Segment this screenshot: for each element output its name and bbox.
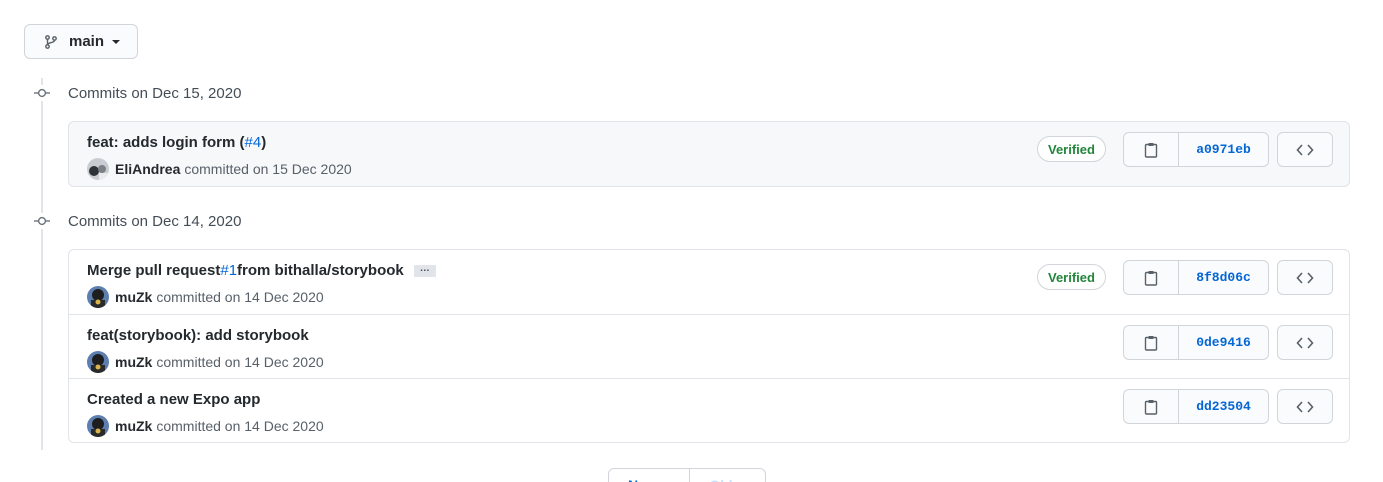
avatar[interactable] (87, 158, 109, 180)
copy-sha-button[interactable] (1124, 261, 1179, 294)
commit-message[interactable]: feat(storybook): add storybook (87, 327, 309, 344)
author-name[interactable]: muZk (115, 289, 152, 305)
commit-message-text[interactable]: Created a new Expo app (87, 391, 260, 408)
commit-sha-link[interactable]: dd23504 (1179, 390, 1268, 423)
commit-meta: muZk committed on 14 Dec 2020 (87, 286, 324, 308)
sha-button-group: a0971eb (1123, 132, 1269, 167)
clipboard-icon (1144, 399, 1158, 415)
newer-button[interactable]: Newer (609, 469, 690, 482)
pr-link[interactable]: #4 (245, 134, 262, 151)
commit-date: committed on 14 Dec 2020 (156, 289, 324, 305)
code-icon (1296, 400, 1314, 413)
commit-meta: muZk committed on 14 Dec 2020 (87, 415, 324, 437)
verified-badge[interactable]: Verified (1037, 264, 1106, 290)
group-date-title: Commits on Dec 14, 2020 (68, 212, 242, 230)
branch-name: main (69, 33, 105, 50)
commit-list: Merge pull request #1 from bithalla/stor… (68, 249, 1350, 443)
commit-message[interactable]: feat: adds login form (#4) (87, 134, 266, 151)
sha-button-group: 8f8d06c (1123, 260, 1269, 295)
browse-repo-button[interactable] (1277, 325, 1333, 360)
clipboard-icon (1144, 270, 1158, 286)
commit-message-text[interactable]: Merge pull request (87, 262, 220, 279)
author-name[interactable]: muZk (115, 354, 152, 370)
pagination: Newer Older (608, 468, 766, 482)
copy-sha-button[interactable] (1124, 326, 1179, 359)
commit-row: feat(storybook): add storybook muZk comm… (69, 314, 1349, 378)
git-commit-icon (34, 213, 50, 229)
clipboard-icon (1144, 335, 1158, 351)
code-icon (1296, 336, 1314, 349)
verified-badge[interactable]: Verified (1037, 136, 1106, 162)
commit-message-text[interactable]: feat(storybook): add storybook (87, 327, 309, 344)
sha-button-group: 0de9416 (1123, 325, 1269, 360)
git-branch-icon (43, 34, 59, 50)
commit-message[interactable]: Merge pull request #1 from bithalla/stor… (87, 262, 436, 279)
commit-date: committed on 15 Dec 2020 (184, 161, 352, 177)
code-icon (1296, 271, 1314, 284)
commit-row: Created a new Expo app muZk committed on… (69, 378, 1349, 442)
commit-meta: muZk committed on 14 Dec 2020 (87, 351, 324, 373)
git-commit-icon (34, 85, 50, 101)
commit-row: feat: adds login form (#4) EliAndrea com… (69, 122, 1349, 186)
pr-link[interactable]: #1 (220, 262, 237, 279)
commit-date: committed on 14 Dec 2020 (156, 418, 324, 434)
commit-group-header: Commits on Dec 14, 2020 (34, 211, 241, 231)
commit-sha-link[interactable]: 0de9416 (1179, 326, 1268, 359)
expand-message-button[interactable]: … (413, 263, 436, 277)
commit-date: committed on 14 Dec 2020 (156, 354, 324, 370)
browse-repo-button[interactable] (1277, 132, 1333, 167)
chevron-down-icon (112, 39, 121, 44)
browse-repo-button[interactable] (1277, 389, 1333, 424)
commit-message-tail[interactable]: from bithalla/storybook (237, 262, 404, 279)
avatar[interactable] (87, 415, 109, 437)
avatar[interactable] (87, 351, 109, 373)
commit-group-header: Commits on Dec 15, 2020 (34, 83, 241, 103)
commit-list: feat: adds login form (#4) EliAndrea com… (68, 121, 1350, 187)
avatar[interactable] (87, 286, 109, 308)
code-icon (1296, 143, 1314, 156)
commit-sha-link[interactable]: 8f8d06c (1179, 261, 1268, 294)
browse-repo-button[interactable] (1277, 260, 1333, 295)
clipboard-icon (1144, 142, 1158, 158)
copy-sha-button[interactable] (1124, 133, 1179, 166)
commit-sha-link[interactable]: a0971eb (1179, 133, 1268, 166)
author-name[interactable]: EliAndrea (115, 161, 180, 177)
commit-message[interactable]: Created a new Expo app (87, 391, 260, 408)
commit-message-tail[interactable]: ) (261, 134, 266, 151)
commit-meta: EliAndrea committed on 15 Dec 2020 (87, 158, 352, 180)
commit-message-text[interactable]: feat: adds login form ( (87, 134, 245, 151)
copy-sha-button[interactable] (1124, 390, 1179, 423)
branch-select-button[interactable]: main (24, 24, 138, 59)
group-date-title: Commits on Dec 15, 2020 (68, 84, 242, 102)
author-name[interactable]: muZk (115, 418, 152, 434)
timeline-line (41, 78, 43, 450)
sha-button-group: dd23504 (1123, 389, 1269, 424)
older-button[interactable]: Older (690, 469, 765, 482)
commit-row: Merge pull request #1 from bithalla/stor… (69, 250, 1349, 314)
